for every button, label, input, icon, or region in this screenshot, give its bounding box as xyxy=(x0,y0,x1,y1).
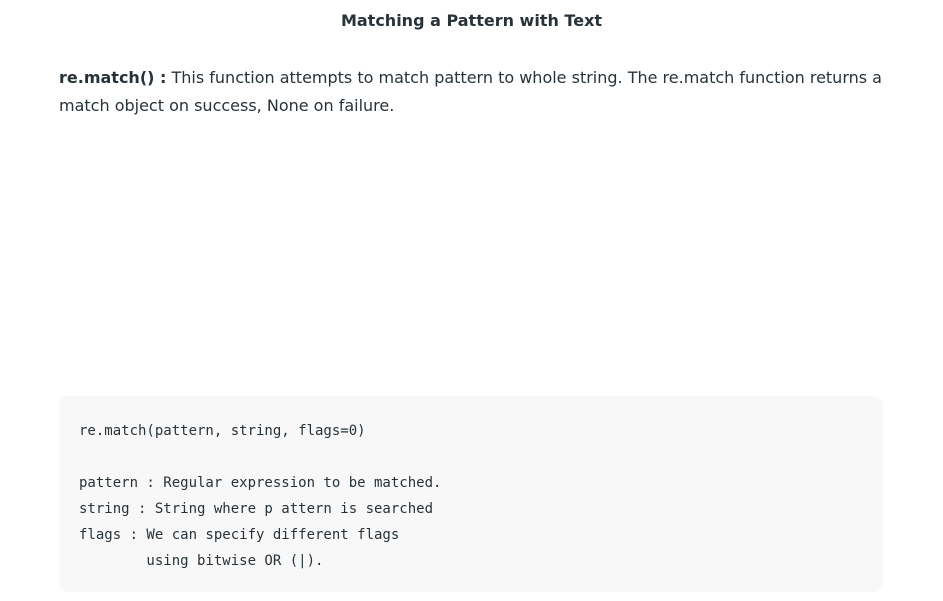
page-title: Matching a Pattern with Text xyxy=(340,11,603,30)
code-line-signature: re.match(pattern, string, flags=0) xyxy=(79,423,366,439)
function-name: re.match() : xyxy=(59,68,167,87)
code-block: re.match(pattern, string, flags=0) patter… xyxy=(59,396,883,592)
description-text: This function attempts to match pattern … xyxy=(59,68,882,115)
code-line-flags: flags : We can specify different flags xyxy=(79,527,400,543)
code-line-string: string : String where p attern is search… xyxy=(79,501,434,517)
code-line-pattern: pattern : Regular expression to be match… xyxy=(79,475,442,491)
description-paragraph: re.match() : This function attempts to m… xyxy=(59,64,889,120)
code-line-flags-continued: using bitwise OR (|). xyxy=(79,553,324,569)
